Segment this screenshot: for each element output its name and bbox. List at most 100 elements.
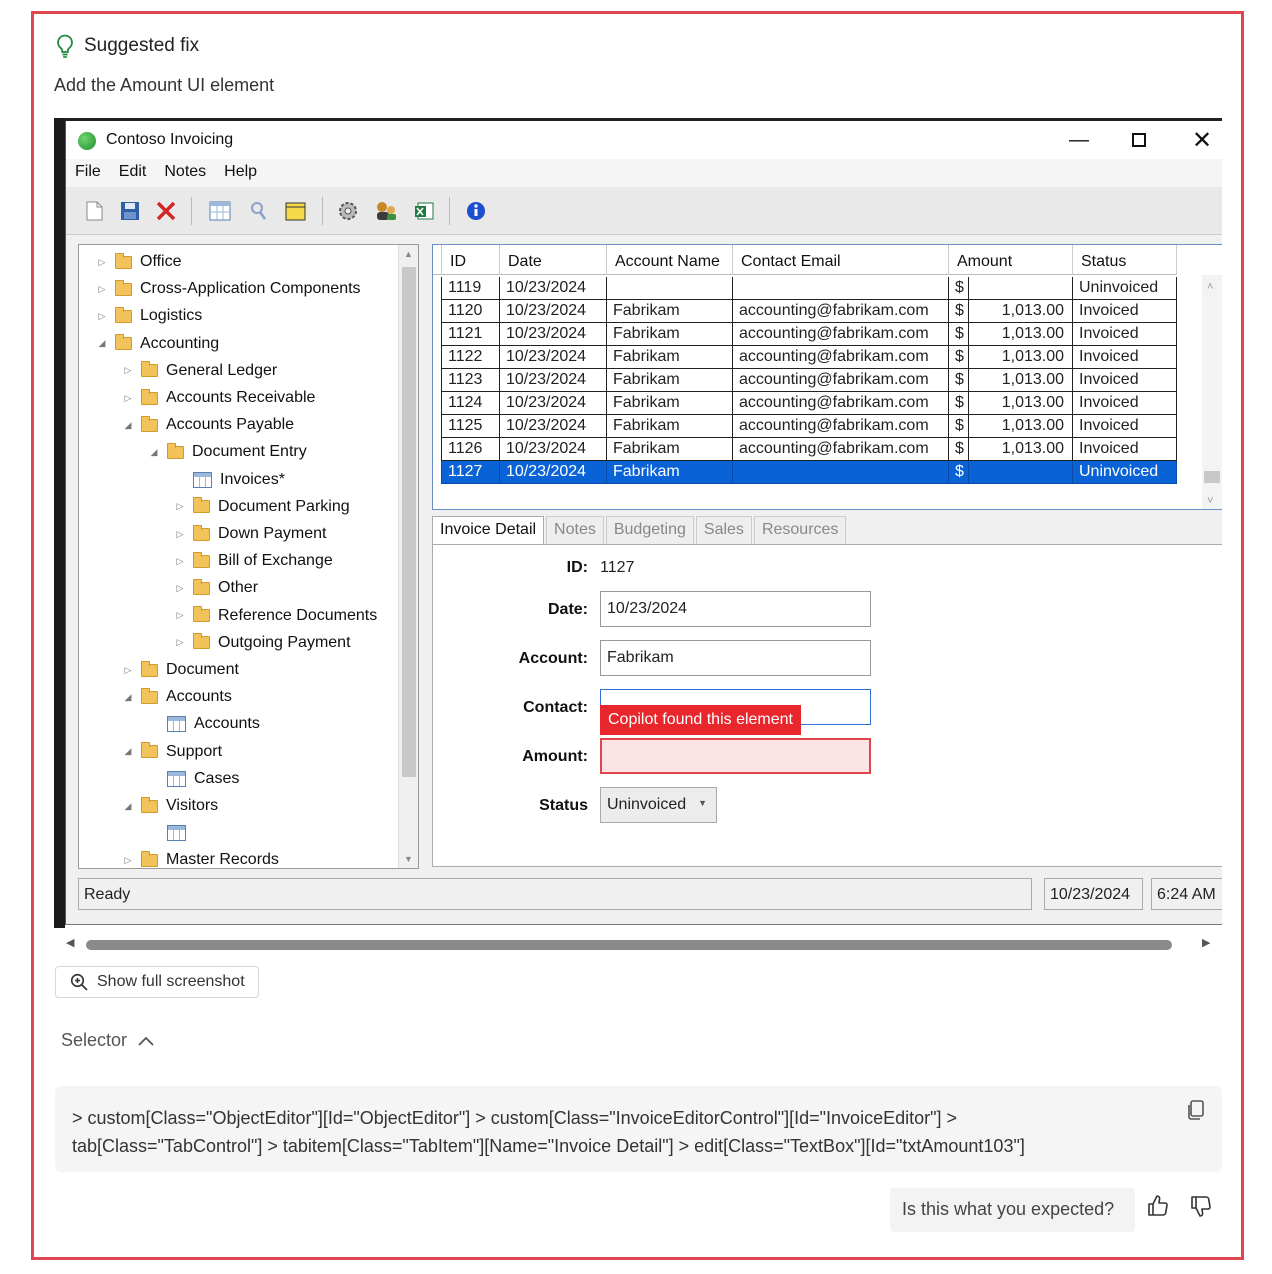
- column-header-amount[interactable]: Amount: [949, 245, 1073, 275]
- cell-status[interactable]: Invoiced: [1073, 346, 1177, 369]
- thumbs-up-icon[interactable]: [1146, 1194, 1170, 1218]
- tree-scroll-thumb[interactable]: [402, 267, 416, 777]
- tree-item[interactable]: [147, 820, 194, 846]
- cell-amount[interactable]: 1,013.00: [969, 323, 1073, 346]
- notes-icon[interactable]: [284, 199, 308, 223]
- amount-field[interactable]: [600, 738, 871, 774]
- cell-id[interactable]: 1122: [441, 346, 500, 369]
- cell-date[interactable]: 10/23/2024: [500, 415, 607, 438]
- collapsed-arrow-icon[interactable]: ▷: [95, 257, 109, 268]
- tree-item[interactable]: ◢ Visitors: [121, 793, 218, 819]
- cell-email[interactable]: accounting@fabrikam.com: [733, 415, 949, 438]
- table-view-icon[interactable]: [208, 199, 232, 223]
- menu-file[interactable]: File: [66, 159, 110, 187]
- collapsed-arrow-icon[interactable]: ▷: [121, 665, 135, 676]
- tree-item[interactable]: ▷ Outgoing Payment: [173, 630, 351, 656]
- new-document-icon[interactable]: [82, 199, 106, 223]
- collapsed-arrow-icon[interactable]: ▷: [173, 529, 187, 540]
- column-header-date[interactable]: Date: [500, 245, 607, 275]
- cell-id[interactable]: 1121: [441, 323, 500, 346]
- cell-email[interactable]: accounting@fabrikam.com: [733, 346, 949, 369]
- table-row[interactable]: 1119 10/23/2024 $ Uninvoiced: [441, 277, 1177, 300]
- tree-item[interactable]: ▷ Logistics: [95, 303, 202, 329]
- cell-email[interactable]: accounting@fabrikam.com: [733, 392, 949, 415]
- menu-help[interactable]: Help: [215, 159, 266, 187]
- minimize-button[interactable]: —: [1059, 125, 1099, 155]
- cell-email[interactable]: [733, 461, 949, 484]
- collapsed-arrow-icon[interactable]: ▷: [121, 365, 135, 376]
- cell-currency[interactable]: $: [949, 461, 969, 484]
- copy-icon[interactable]: [1185, 1099, 1207, 1121]
- cell-status[interactable]: Invoiced: [1073, 323, 1177, 346]
- cell-date[interactable]: 10/23/2024: [500, 277, 607, 300]
- tree-item[interactable]: ◢ Support: [121, 739, 222, 765]
- table-row[interactable]: 1125 10/23/2024 Fabrikam accounting@fabrika…: [441, 415, 1177, 438]
- cell-amount[interactable]: 1,013.00: [969, 415, 1073, 438]
- cell-currency[interactable]: $: [949, 392, 969, 415]
- cell-amount[interactable]: 1,013.00: [969, 300, 1073, 323]
- cell-account[interactable]: [607, 277, 733, 300]
- cell-id[interactable]: 1126: [441, 438, 500, 461]
- cell-status[interactable]: Invoiced: [1073, 392, 1177, 415]
- tab-invoice-detail[interactable]: Invoice Detail: [432, 516, 545, 544]
- table-row[interactable]: 1121 10/23/2024 Fabrikam accounting@fabrika…: [441, 323, 1177, 346]
- cell-account[interactable]: Fabrikam: [607, 323, 733, 346]
- cell-status[interactable]: Invoiced: [1073, 300, 1177, 323]
- tree-item[interactable]: ▷ Accounts Receivable: [121, 385, 315, 411]
- search-icon[interactable]: [246, 199, 270, 223]
- collapsed-arrow-icon[interactable]: ▷: [173, 556, 187, 567]
- tree-item[interactable]: ▷ Cross-Application Components: [95, 276, 361, 302]
- cell-status[interactable]: Uninvoiced: [1073, 277, 1177, 300]
- cell-date[interactable]: 10/23/2024: [500, 438, 607, 461]
- collapsed-arrow-icon[interactable]: ▷: [173, 501, 187, 512]
- column-header-status[interactable]: Status: [1073, 245, 1177, 275]
- scroll-left-icon[interactable]: ◀: [66, 936, 74, 949]
- expanded-arrow-icon[interactable]: ◢: [121, 801, 135, 812]
- cell-email[interactable]: accounting@fabrikam.com: [733, 300, 949, 323]
- cell-currency[interactable]: $: [949, 323, 969, 346]
- cell-date[interactable]: 10/23/2024: [500, 300, 607, 323]
- cell-currency[interactable]: $: [949, 277, 969, 300]
- collapsed-arrow-icon[interactable]: ▷: [95, 284, 109, 295]
- cell-account[interactable]: Fabrikam: [607, 369, 733, 392]
- tree-item[interactable]: ▷ Other: [173, 575, 258, 601]
- cell-account[interactable]: Fabrikam: [607, 392, 733, 415]
- cell-email[interactable]: [733, 277, 949, 300]
- info-icon[interactable]: [464, 199, 488, 223]
- cell-amount[interactable]: 1,013.00: [969, 392, 1073, 415]
- cell-currency[interactable]: $: [949, 369, 969, 392]
- collapsed-arrow-icon[interactable]: ▷: [121, 393, 135, 404]
- cell-date[interactable]: 10/23/2024: [500, 346, 607, 369]
- cell-status[interactable]: Invoiced: [1073, 438, 1177, 461]
- cell-id[interactable]: 1124: [441, 392, 500, 415]
- table-row[interactable]: 1120 10/23/2024 Fabrikam accounting@fabrika…: [441, 300, 1177, 323]
- cell-account[interactable]: Fabrikam: [607, 461, 733, 484]
- horizontal-scroll-thumb[interactable]: [86, 940, 1172, 950]
- cell-currency[interactable]: $: [949, 438, 969, 461]
- cell-amount[interactable]: 1,013.00: [969, 438, 1073, 461]
- selector-toggle[interactable]: Selector: [61, 1030, 155, 1051]
- tree-scrollbar[interactable]: ▲ ▼: [398, 245, 418, 868]
- tree-item[interactable]: Cases: [147, 766, 239, 792]
- collapsed-arrow-icon[interactable]: ▷: [121, 855, 135, 866]
- scroll-right-icon[interactable]: ▶: [1202, 936, 1210, 949]
- save-icon[interactable]: [118, 199, 142, 223]
- cell-amount[interactable]: [969, 277, 1073, 300]
- close-button[interactable]: ✕: [1182, 125, 1222, 155]
- cell-account[interactable]: Fabrikam: [607, 415, 733, 438]
- expanded-arrow-icon[interactable]: ◢: [95, 338, 109, 349]
- cell-account[interactable]: Fabrikam: [607, 438, 733, 461]
- tab-resources[interactable]: Resources: [753, 516, 847, 544]
- thumbs-down-icon[interactable]: [1189, 1194, 1213, 1218]
- tree-item[interactable]: ◢ Accounts Payable: [121, 412, 294, 438]
- account-field[interactable]: Fabrikam: [600, 640, 871, 676]
- cell-date[interactable]: 10/23/2024: [500, 323, 607, 346]
- cell-date[interactable]: 10/23/2024: [500, 369, 607, 392]
- column-header-account-name[interactable]: Account Name: [607, 245, 733, 275]
- cell-amount[interactable]: 1,013.00: [969, 346, 1073, 369]
- table-row[interactable]: 1127 10/23/2024 Fabrikam $ Uninvoiced: [441, 461, 1177, 484]
- cell-status[interactable]: Invoiced: [1073, 415, 1177, 438]
- expanded-arrow-icon[interactable]: ◢: [121, 692, 135, 703]
- cell-id[interactable]: 1123: [441, 369, 500, 392]
- show-full-screenshot-button[interactable]: Show full screenshot: [55, 966, 259, 998]
